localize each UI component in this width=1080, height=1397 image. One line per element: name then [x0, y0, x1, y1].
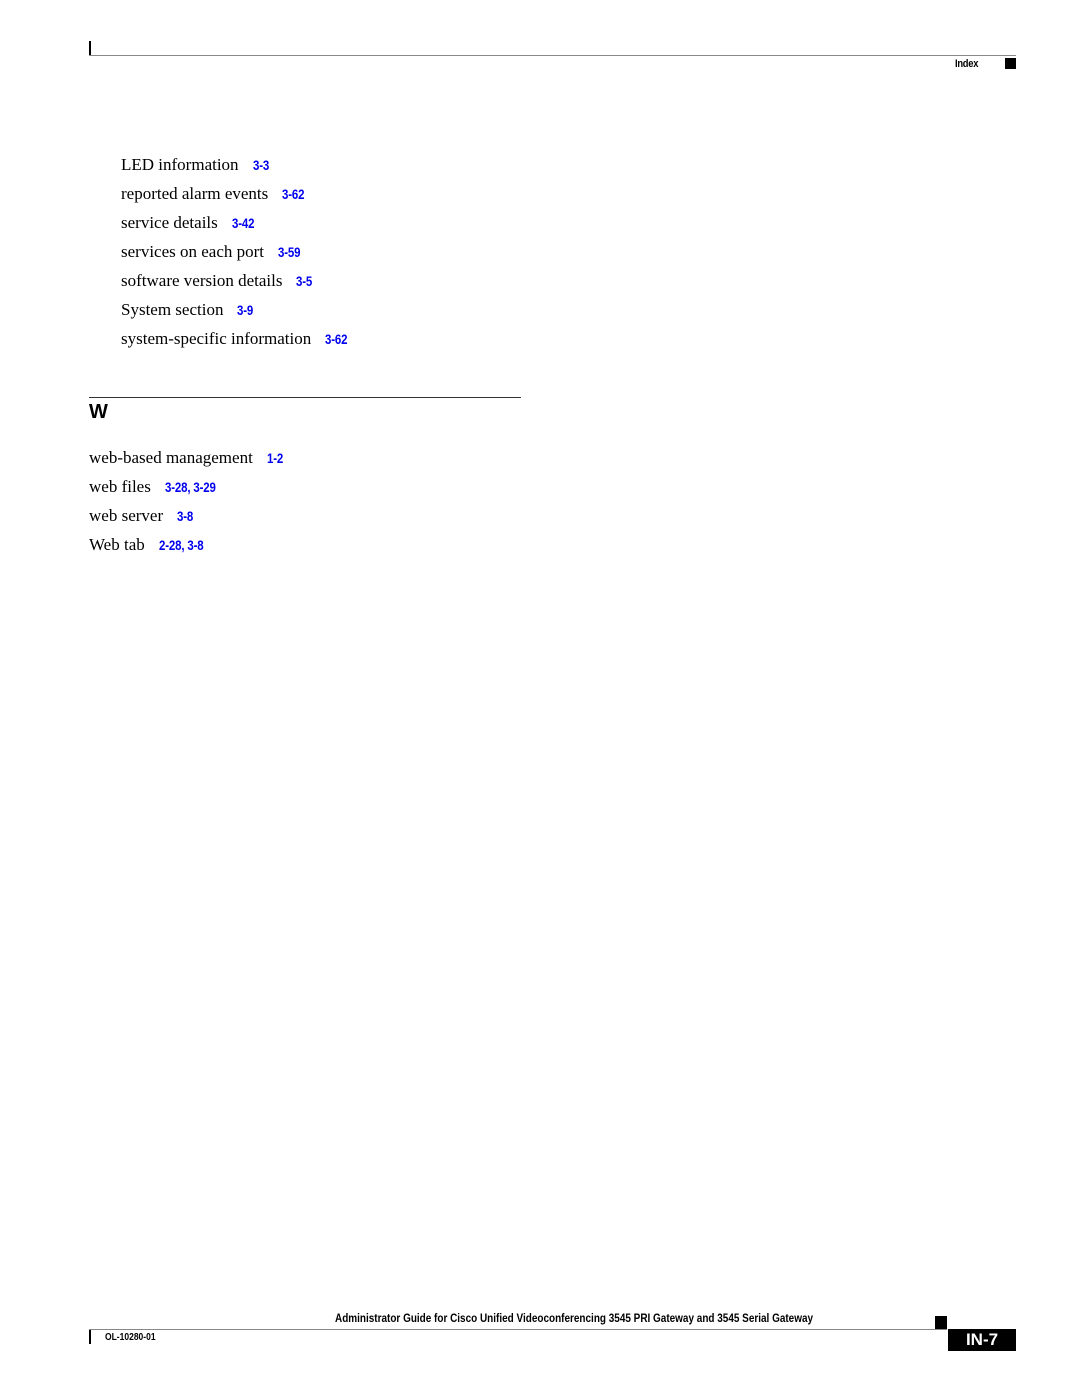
page-link[interactable]: 2-28, 3-8 — [159, 535, 204, 555]
index-entry: Web tab 2-28, 3-8 — [89, 535, 213, 555]
page-link[interactable]: 3-42 — [232, 213, 254, 233]
section-letter-heading: W — [89, 401, 108, 423]
page-link[interactable]: 3-28, 3-29 — [165, 477, 216, 497]
index-entry: system-specific information 3-62 — [121, 329, 353, 349]
page-link[interactable]: 3-8 — [177, 506, 193, 526]
index-entry: software version details 3-5 — [121, 271, 316, 291]
footer-page-number: IN-7 — [948, 1329, 1016, 1351]
index-entry: web server 3-8 — [89, 506, 197, 526]
page-link[interactable]: 3-62 — [282, 184, 304, 204]
index-term: software version details — [121, 271, 283, 290]
header-rule — [89, 55, 1016, 56]
index-entry: web-based management 1-2 — [89, 448, 286, 468]
page-link[interactable]: 3-62 — [325, 329, 347, 349]
index-entry: service details 3-42 — [121, 213, 259, 233]
header-marker-box — [1005, 58, 1016, 69]
index-term: Web tab — [89, 535, 145, 554]
index-term: LED information — [121, 155, 239, 174]
footer-doc-number: OL-10280-01 — [105, 1332, 156, 1343]
footer-tick-mark — [89, 1330, 91, 1344]
index-term: web server — [89, 506, 164, 525]
index-entry: services on each port 3-59 — [121, 242, 305, 262]
index-entry: reported alarm events 3-62 — [121, 184, 310, 204]
page-link[interactable]: 3-9 — [237, 300, 253, 320]
footer-marker-box — [935, 1316, 947, 1329]
index-entry: web files 3-28, 3-29 — [89, 477, 227, 497]
section-divider — [89, 397, 521, 398]
page-link[interactable]: 3-3 — [253, 155, 269, 175]
index-term: services on each port — [121, 242, 265, 261]
index-term: service details — [121, 213, 218, 232]
page-link[interactable]: 1-2 — [267, 448, 283, 468]
index-term: reported alarm events — [121, 184, 269, 203]
footer-rule — [89, 1329, 947, 1330]
footer-book-title: Administrator Guide for Cisco Unified Vi… — [335, 1311, 814, 1325]
page-link[interactable]: 3-5 — [296, 271, 312, 291]
page-link[interactable]: 3-59 — [278, 242, 300, 262]
index-term: System section — [121, 300, 224, 319]
header-tick-mark — [89, 41, 91, 56]
header-section-label: Index — [955, 58, 979, 70]
index-term: system-specific information — [121, 329, 312, 348]
index-entry: LED information 3-3 — [121, 155, 272, 175]
index-term: web-based management — [89, 448, 253, 467]
index-term: web files — [89, 477, 151, 496]
index-entry: System section 3-9 — [121, 300, 257, 320]
